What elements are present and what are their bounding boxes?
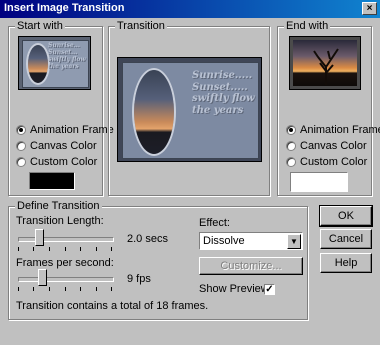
customize-label: Customize... (220, 260, 282, 272)
start-animation-frame-label: Animation Frame (30, 124, 114, 136)
effect-dropdown[interactable]: Dissolve ▼ (199, 232, 303, 250)
start-canvas-color-label: Canvas Color (30, 140, 97, 152)
close-icon: × (366, 3, 373, 14)
show-preview-label: Show Preview (199, 283, 269, 295)
close-button[interactable]: × (362, 2, 377, 15)
start-with-legend: Start with (15, 20, 65, 33)
effect-label: Effect: (199, 217, 230, 229)
fps-ticks (18, 287, 112, 291)
transition-preview: Sunrise..... Sunset..... swiftly flow th… (117, 57, 262, 162)
end-radio-custom-color[interactable]: Custom Color (286, 156, 367, 168)
show-preview-checkbox[interactable]: ✓ (264, 284, 275, 295)
end-animation-frame-label: Animation Frame (300, 124, 380, 136)
fps-value: 9 fps (127, 273, 151, 285)
end-with-group: End with Animation Frame Canvas Color Cu… (277, 20, 380, 196)
ok-button[interactable]: OK (319, 205, 373, 227)
define-transition-group: Define Transition Transition Length: 2.0… (8, 200, 308, 320)
radio-icon (286, 141, 296, 151)
window-title: Insert Image Transition (4, 2, 125, 14)
end-preview (289, 36, 361, 90)
transition-legend: Transition (115, 20, 167, 33)
title-bar: Insert Image Transition × (0, 0, 380, 18)
effect-value: Dissolve (203, 235, 245, 247)
start-color-swatch[interactable] (29, 172, 75, 190)
start-custom-color-label: Custom Color (30, 156, 98, 168)
radio-selected-icon (286, 125, 296, 135)
end-canvas-color-label: Canvas Color (300, 140, 367, 152)
radio-icon (16, 157, 26, 167)
fps-track (18, 277, 114, 282)
start-preview-image (26, 43, 50, 85)
fps-label: Frames per second: (16, 257, 114, 269)
cancel-button[interactable]: Cancel (320, 229, 372, 249)
transition-length-value: 2.0 secs (127, 233, 168, 245)
start-radio-custom-color[interactable]: Custom Color (16, 156, 97, 168)
ok-label: OK (338, 210, 354, 222)
help-button[interactable]: Help (320, 253, 372, 273)
transition-length-track (18, 237, 114, 242)
end-with-legend: End with (284, 20, 331, 33)
end-custom-color-label: Custom Color (300, 156, 368, 168)
customize-button[interactable]: Customize... (199, 257, 303, 275)
end-color-swatch[interactable] (290, 172, 348, 192)
start-thumb-line: the years (48, 62, 79, 70)
define-transition-legend: Define Transition (15, 200, 102, 213)
help-label: Help (334, 257, 358, 269)
checkmark-icon: ✓ (265, 284, 274, 295)
start-preview: Sunrise... Sunset... swiftly flow the ye… (18, 36, 91, 90)
radio-icon (286, 157, 296, 167)
transition-preview-image (132, 68, 176, 156)
transition-length-slider[interactable] (35, 229, 44, 246)
transition-group: Transition Sunrise..... Sunset..... swif… (108, 20, 270, 196)
transition-length-ticks (18, 247, 112, 251)
end-radio-animation-frame[interactable]: Animation Frame (286, 124, 380, 136)
cancel-label: Cancel (328, 233, 364, 245)
transition-text-line: Sunrise..... (192, 70, 253, 81)
tree-icon (313, 48, 339, 85)
end-radio-canvas-color[interactable]: Canvas Color (286, 140, 367, 152)
transition-text-line: swiftly flow (192, 93, 255, 104)
start-with-group: Start with Sunrise... Sunset... swiftly … (8, 20, 114, 196)
radio-icon (16, 141, 26, 151)
fps-slider[interactable] (38, 269, 48, 286)
transition-length-label: Transition Length: (16, 215, 104, 227)
radio-selected-icon (16, 125, 26, 135)
start-radio-canvas-color[interactable]: Canvas Color (16, 140, 97, 152)
frames-summary: Transition contains a total of 18 frames… (16, 300, 209, 312)
transition-text-line: Sunset..... (192, 81, 248, 93)
start-radio-animation-frame[interactable]: Animation Frame (16, 124, 114, 136)
chevron-down-icon[interactable]: ▼ (287, 234, 301, 249)
transition-text-line: the years (192, 104, 244, 116)
